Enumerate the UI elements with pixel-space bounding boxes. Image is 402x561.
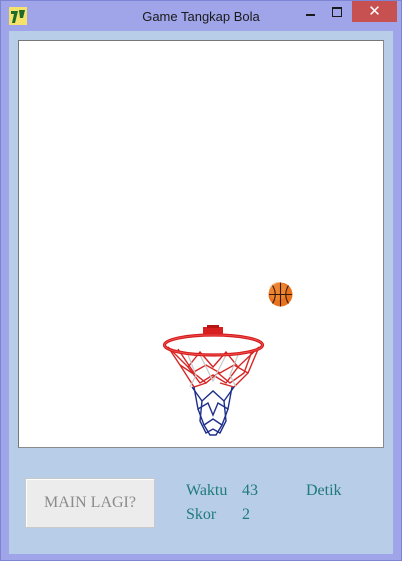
- app-window: Game Tangkap Bola ✕ MAIN LAGI? Waktu 43 …: [0, 0, 402, 561]
- minimize-button[interactable]: [298, 1, 324, 22]
- client-area: MAIN LAGI? Waktu 43 Detik Skor 2: [9, 31, 393, 554]
- time-value: 43: [242, 482, 258, 499]
- close-icon: ✕: [368, 2, 381, 20]
- score-value: 2: [242, 506, 250, 523]
- basketball-hoop-icon: [162, 325, 265, 436]
- close-button[interactable]: ✕: [352, 1, 397, 22]
- time-unit: Detik: [306, 482, 342, 499]
- basketball-icon: [268, 282, 293, 307]
- play-again-button[interactable]: MAIN LAGI?: [25, 478, 155, 528]
- maximize-button[interactable]: [324, 1, 350, 22]
- score-label: Skor: [186, 506, 217, 523]
- time-label: Waktu: [186, 482, 228, 499]
- minimize-icon: [306, 14, 315, 16]
- game-canvas[interactable]: [18, 40, 384, 448]
- title-bar[interactable]: Game Tangkap Bola ✕: [1, 1, 401, 31]
- maximize-icon: [332, 7, 342, 17]
